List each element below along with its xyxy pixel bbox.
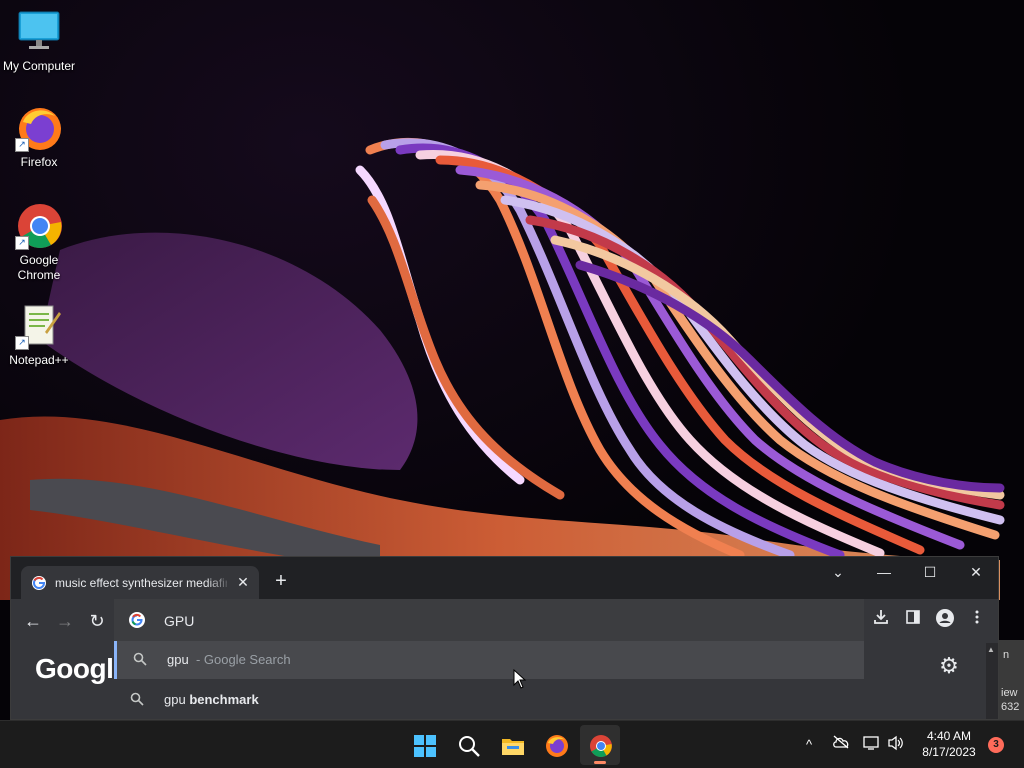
peek-text: 632: [1001, 701, 1020, 713]
search-icon: [459, 736, 480, 757]
onedrive-offline-icon[interactable]: [831, 735, 851, 755]
active-indicator: [594, 761, 606, 764]
suggestion-item[interactable]: gpu - Google Search: [114, 641, 864, 679]
side-panel-icon[interactable]: [900, 608, 926, 634]
title-bar[interactable]: music effect synthesizer mediafire ✕ + ⌄…: [11, 557, 998, 599]
desktop-icon-label: My Computer: [2, 59, 76, 73]
chrome-window: music effect synthesizer mediafire ✕ + ⌄…: [10, 556, 999, 720]
tab-close-icon[interactable]: ✕: [235, 574, 251, 590]
suggestion-completion: benchmark: [185, 692, 259, 707]
peek-text: iew: [1001, 687, 1018, 699]
google-g-icon: [129, 612, 145, 628]
gear-icon[interactable]: ⚙: [936, 653, 962, 679]
firefox-icon: [546, 735, 568, 757]
reload-button[interactable]: ↻: [83, 607, 111, 635]
desktop-icon-google-chrome[interactable]: ↗ Google Chrome: [0, 202, 78, 283]
tab-search-button[interactable]: ⌄: [815, 557, 861, 587]
browser-toolbar: ← → ↻ GPU: [11, 599, 998, 643]
folder-icon: [502, 739, 524, 755]
chrome-icon: [590, 735, 612, 757]
desktop-icon-my-computer[interactable]: My Computer: [0, 8, 78, 74]
google-favicon-icon: [32, 576, 46, 590]
address-bar[interactable]: GPU: [114, 599, 864, 643]
desktop-icon-label: Notepad++: [9, 353, 69, 367]
suggestion-query: gpu: [167, 652, 189, 667]
search-icon: [130, 692, 146, 708]
taskbar-search-button[interactable]: [448, 725, 488, 765]
search-icon: [133, 652, 149, 668]
network-icon[interactable]: [862, 735, 882, 755]
desktop-icon-notepad-plus-plus[interactable]: ↗ Notepad++: [0, 302, 78, 368]
maximize-button[interactable]: ☐: [907, 557, 953, 587]
taskbar-file-explorer[interactable]: [492, 725, 532, 765]
menu-icon[interactable]: [964, 608, 990, 634]
download-icon[interactable]: [868, 608, 894, 634]
taskbar-firefox[interactable]: [536, 725, 576, 765]
omnibox-suggestions: gpu - Google Search gpu benchmark: [114, 641, 864, 719]
suggestion-query: gpu: [164, 692, 186, 707]
minimize-button[interactable]: —: [861, 557, 907, 587]
notification-badge[interactable]: 3: [988, 737, 1004, 753]
back-button[interactable]: ←: [19, 607, 47, 635]
peek-text: n: [1003, 649, 1010, 661]
taskbar-clock[interactable]: 4:40 AM 8/17/2023: [914, 728, 984, 760]
taskbar: ^ 4:40 AM 8/17/2023 3: [0, 720, 1024, 768]
forward-button[interactable]: →: [51, 607, 79, 635]
notepad-plus-plus-icon: ↗: [15, 302, 63, 350]
tab-title: music effect synthesizer mediafire: [55, 576, 227, 590]
mouse-cursor-icon: [513, 669, 527, 689]
suggestion-item[interactable]: gpu benchmark: [114, 681, 864, 719]
browser-tab[interactable]: music effect synthesizer mediafire ✕: [21, 566, 259, 599]
new-tab-button[interactable]: +: [269, 570, 293, 594]
suggestion-suffix: - Google Search: [195, 652, 291, 667]
chrome-icon: ↗: [15, 202, 63, 250]
monitor-icon: [15, 8, 63, 56]
scroll-up-icon[interactable]: ▲: [987, 645, 995, 654]
clock-time: 4:40 AM: [926, 729, 972, 743]
tray-overflow-chevron-icon[interactable]: ^: [799, 735, 819, 755]
volume-icon[interactable]: [886, 735, 906, 755]
windows-start-icon: [414, 735, 436, 757]
taskbar-start-button[interactable]: [404, 725, 444, 765]
desktop-icon-firefox[interactable]: ↗ Firefox: [0, 104, 78, 170]
clock-date: 8/17/2023: [922, 745, 976, 759]
profile-icon[interactable]: [932, 608, 958, 634]
close-window-button[interactable]: ✕: [953, 557, 998, 587]
address-bar-value[interactable]: GPU: [164, 612, 194, 630]
desktop-icon-label: Google Chrome: [17, 253, 61, 282]
desktop-icon-label: Firefox: [20, 155, 58, 169]
taskbar-chrome[interactable]: [580, 725, 620, 765]
firefox-icon: ↗: [15, 104, 63, 152]
scrollbar[interactable]: ▲: [986, 643, 998, 719]
background-window-edge[interactable]: n iew 632: [999, 640, 1024, 720]
